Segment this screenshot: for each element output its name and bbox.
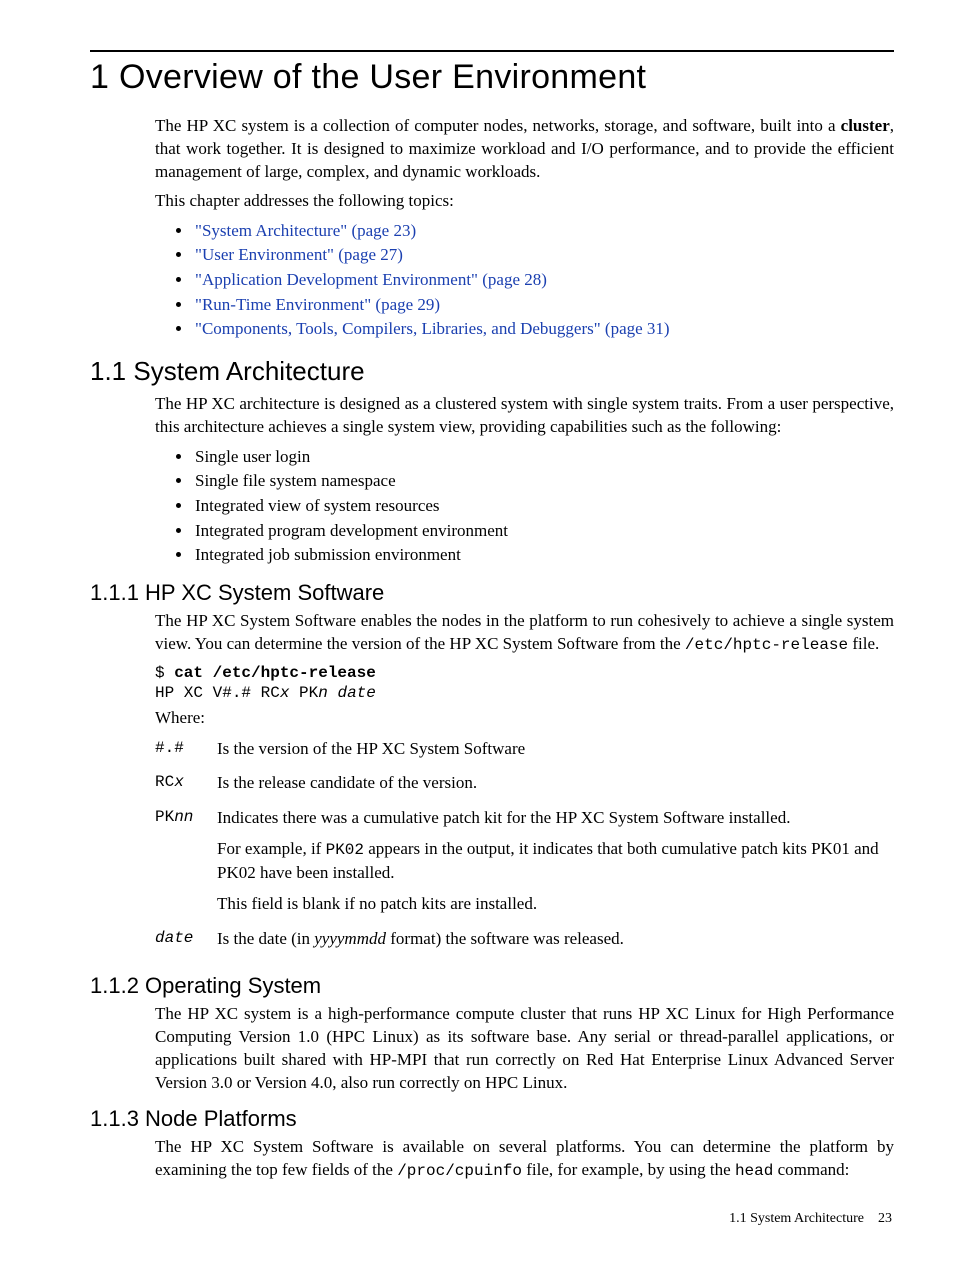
list-item: Integrated job submission environment [193,543,894,568]
link-runtime-env[interactable]: "Run-Time Environment" (page 29) [195,295,440,314]
text-run: Is the release candidate of the version. [217,772,894,795]
inline-code: /etc/hptc-release [685,636,848,654]
text-run: command: [773,1160,849,1179]
text-run: Is the date (in yyyymmdd format) the sof… [217,928,894,951]
horizontal-rule [90,50,894,52]
section-1-1-2-body: The HP XC system is a high-performance c… [155,1003,894,1095]
prompt: $ [155,664,174,682]
inline-code: PK02 [326,841,364,859]
footer-section: 1.1 System Architecture [729,1211,864,1226]
section-1-1-body: The HP XC architecture is designed as a … [155,393,894,568]
description: Indicates there was a cumulative patch k… [217,805,894,925]
text-run: This field is blank if no patch kits are… [217,893,894,916]
description: Is the release candidate of the version. [217,770,894,805]
page-footer: 1.1 System Architecture 23 [90,1211,894,1227]
list-item: "User Environment" (page 27) [193,243,894,268]
term: RCx [155,770,217,805]
footer-page-number: 23 [878,1211,892,1226]
paragraph: The HP XC architecture is designed as a … [155,393,894,439]
intro-paragraph-2: This chapter addresses the following top… [155,190,894,213]
text-run: For example, if [217,839,326,858]
where-label: Where: [155,707,894,730]
text-var: yyyymmdd [314,929,386,948]
list-item: Integrated view of system resources [193,494,894,519]
description: Is the date (in yyyymmdd format) the sof… [217,926,894,961]
section-1-1-3-title: 1.1.3 Node Platforms [90,1106,894,1132]
inline-code: head [735,1162,773,1180]
link-user-environment[interactable]: "User Environment" (page 27) [195,245,403,264]
term: date [155,926,217,961]
text-run: RC [155,773,174,791]
topics-list: "System Architecture" (page 23) "User En… [155,219,894,342]
output-text: PK [289,684,318,702]
list-item: Single file system namespace [193,469,894,494]
term: #.# [155,736,217,771]
definition-table: #.# Is the version of the HP XC System S… [155,736,894,961]
text-var: nn [174,808,193,826]
description: Is the version of the HP XC System Softw… [217,736,894,771]
link-app-dev-env[interactable]: "Application Development Environment" (p… [195,270,547,289]
text-var: x [174,773,184,791]
text-run: Is the date (in [217,929,314,948]
list-item: Single user login [193,445,894,470]
section-1-1-2-title: 1.1.2 Operating System [90,973,894,999]
section-1-1-title: 1.1 System Architecture [90,356,894,387]
term: PKnn [155,805,217,925]
section-1-1-1-body: The HP XC System Software enables the no… [155,610,894,961]
text-run: Indicates there was a cumulative patch k… [217,807,894,830]
text-run: For example, if PK02 appears in the outp… [217,838,894,885]
section-1-1-1-title: 1.1.1 HP XC System Software [90,580,894,606]
output-var: x [280,684,290,702]
code-block: $ cat /etc/hptc-release HP XC V#.# RCx P… [155,663,894,703]
text-run: file, for example, by using the [522,1160,735,1179]
bold-term-cluster: cluster [841,116,890,135]
section-1-1-3-body: The HP XC System Software is available o… [155,1136,894,1183]
link-system-architecture[interactable]: "System Architecture" (page 23) [195,221,416,240]
inline-code: /proc/cpuinfo [397,1162,522,1180]
table-row: date Is the date (in yyyymmdd format) th… [155,926,894,961]
paragraph: The HP XC System Software is available o… [155,1136,894,1183]
list-item: "Components, Tools, Compilers, Libraries… [193,317,894,342]
text-run: Is the version of the HP XC System Softw… [217,738,894,761]
table-row: RCx Is the release candidate of the vers… [155,770,894,805]
text-run: The HP XC system is a collection of comp… [155,116,841,135]
paragraph: The HP XC system is a high-performance c… [155,1003,894,1095]
list-item: Integrated program development environme… [193,519,894,544]
output-var: date [337,684,375,702]
chapter-title: 1 Overview of the User Environment [90,58,894,97]
paragraph: The HP XC System Software enables the no… [155,610,894,657]
command: cat /etc/hptc-release [174,664,376,682]
list-item: "System Architecture" (page 23) [193,219,894,244]
output-text: HP XC V#.# RC [155,684,280,702]
output-var: n [318,684,328,702]
list-item: "Application Development Environment" (p… [193,268,894,293]
intro-block: The HP XC system is a collection of comp… [155,115,894,342]
table-row: #.# Is the version of the HP XC System S… [155,736,894,771]
capabilities-list: Single user login Single file system nam… [155,445,894,568]
link-components[interactable]: "Components, Tools, Compilers, Libraries… [195,319,670,338]
intro-paragraph-1: The HP XC system is a collection of comp… [155,115,894,184]
document-page: 1 Overview of the User Environment The H… [0,0,954,1267]
list-item: "Run-Time Environment" (page 29) [193,293,894,318]
text-run: format) the software was released. [386,929,624,948]
text-run: file. [848,634,879,653]
table-row: PKnn Indicates there was a cumulative pa… [155,805,894,925]
text-run: PK [155,808,174,826]
